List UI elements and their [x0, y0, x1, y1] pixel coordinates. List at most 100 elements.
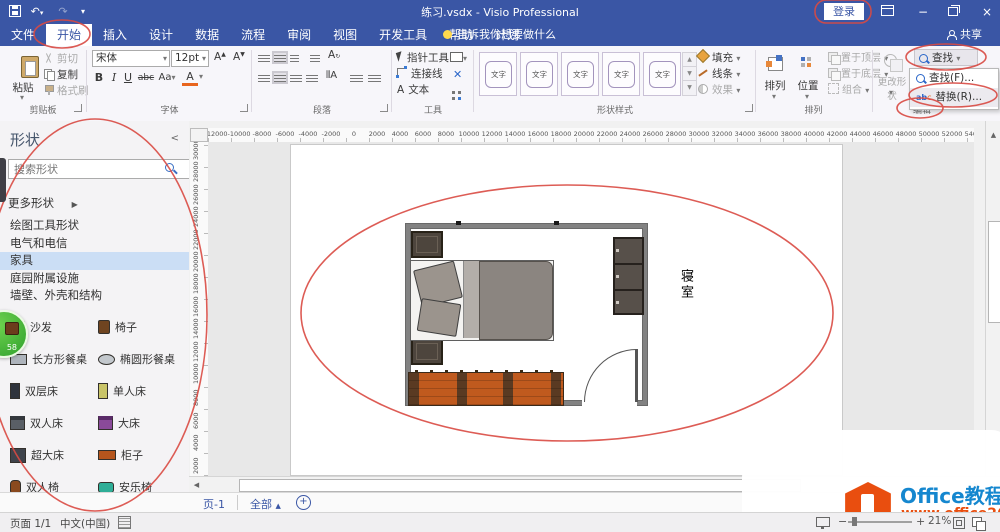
- minimize-icon[interactable]: −: [908, 0, 938, 24]
- paragraph-dialog-launcher[interactable]: [380, 104, 388, 112]
- category-item-0[interactable]: 绘图工具形状: [0, 217, 189, 235]
- door-leaf[interactable]: [635, 349, 638, 402]
- vertical-align-icon[interactable]: ⫴A: [326, 70, 337, 81]
- stencil-item-8[interactable]: 超大床: [10, 439, 98, 471]
- menu-item-find[interactable]: 查找(F)...: [910, 69, 998, 88]
- stencil-item-4[interactable]: 双层床: [10, 375, 98, 407]
- category-item-3[interactable]: 庭园附属设施: [0, 270, 189, 288]
- italic-button[interactable]: I: [107, 70, 121, 86]
- text-tool-button[interactable]: A文本: [397, 83, 429, 98]
- bullets-icon[interactable]: [258, 53, 270, 62]
- font-size-combo[interactable]: 12pt▾: [171, 50, 209, 67]
- drawing-page-area[interactable]: 寝室: [208, 142, 974, 476]
- vertical-scroll-thumb[interactable]: [988, 221, 1000, 323]
- connection-point-icon[interactable]: [452, 85, 462, 100]
- strikethrough-button[interactable]: abc: [136, 70, 156, 86]
- bed-shape[interactable]: [410, 260, 554, 341]
- numbering-icon[interactable]: [274, 53, 286, 62]
- horizontal-scroll-thumb[interactable]: [239, 479, 801, 492]
- text-direction-icon[interactable]: A↻: [328, 49, 340, 61]
- shape-delete-icon[interactable]: ✕: [453, 67, 462, 82]
- stencil-item-3[interactable]: 椭圆形餐桌: [98, 343, 186, 375]
- copy-button[interactable]: 复制: [44, 68, 78, 83]
- font-family-combo[interactable]: 宋体▾: [92, 50, 170, 67]
- more-shapes-item[interactable]: 更多形状 ▶: [8, 195, 78, 211]
- dresser-shape[interactable]: [408, 372, 564, 406]
- tab-4[interactable]: 数据: [184, 24, 230, 46]
- switch-windows-icon[interactable]: [972, 517, 982, 527]
- position-button[interactable]: 位置 ▾: [793, 50, 823, 106]
- align-center-icon[interactable]: [274, 73, 286, 82]
- zoom-in-icon[interactable]: +: [916, 515, 925, 528]
- tab-8[interactable]: 开发工具: [368, 24, 438, 46]
- share-button[interactable]: 共享: [947, 24, 982, 46]
- stencil-item-9[interactable]: 柜子: [98, 439, 186, 471]
- line-spacing-icon[interactable]: [350, 73, 363, 82]
- restore-icon[interactable]: [938, 0, 968, 24]
- room-label[interactable]: 寝室: [676, 269, 695, 301]
- tab-0[interactable]: 文件: [0, 24, 46, 46]
- align-left-icon[interactable]: [258, 73, 270, 82]
- fit-page-icon[interactable]: [953, 517, 965, 529]
- justify-icon[interactable]: [306, 73, 318, 82]
- tab-1[interactable]: 开始: [46, 24, 92, 46]
- panel-collapse-icon[interactable]: <: [171, 133, 179, 144]
- find-button[interactable]: 查找 ▾: [914, 49, 978, 66]
- category-item-2[interactable]: 家具: [0, 252, 189, 270]
- zoom-slider-track[interactable]: [848, 521, 912, 523]
- paste-button[interactable]: 粘贴 ▾: [6, 50, 40, 106]
- tab-5[interactable]: 流程: [230, 24, 276, 46]
- shape-style-1[interactable]: 文字: [520, 52, 558, 96]
- gallery-more-icon[interactable]: ▼: [682, 80, 697, 96]
- bold-button[interactable]: B: [92, 70, 106, 86]
- arrange-button[interactable]: 排列 ▾: [760, 50, 790, 106]
- stencil-item-6[interactable]: 双人床: [10, 407, 98, 439]
- wardrobe-shape[interactable]: [613, 237, 644, 315]
- font-dialog-launcher[interactable]: [240, 104, 248, 112]
- vertical-scrollbar[interactable]: ▲: [985, 121, 1000, 476]
- shape-styles-dialog-launcher[interactable]: [745, 104, 753, 112]
- connector-tool-button[interactable]: 连接线: [397, 67, 443, 82]
- ime-status-icon[interactable]: [118, 516, 131, 529]
- category-item-1[interactable]: 电气和电信: [0, 235, 189, 253]
- stencil-item-1[interactable]: 椅子: [98, 311, 186, 343]
- tell-me-box[interactable]: 告诉我你想要做什么: [443, 24, 556, 46]
- pointer-tool-button[interactable]: 指针工具: [397, 51, 449, 66]
- all-pages-button[interactable]: 全部 ▲: [250, 496, 281, 512]
- zoom-out-icon[interactable]: −: [838, 515, 847, 528]
- font-color-button[interactable]: A: [182, 70, 198, 86]
- align-right-icon[interactable]: [290, 73, 302, 82]
- underline-button[interactable]: U: [121, 70, 135, 86]
- shape-style-3[interactable]: 文字: [602, 52, 640, 96]
- shape-style-2[interactable]: 文字: [561, 52, 599, 96]
- page-info[interactable]: 页面 1/1: [10, 516, 51, 531]
- close-icon[interactable]: ×: [972, 0, 1000, 24]
- shape-style-4[interactable]: 文字: [643, 52, 681, 96]
- line-button[interactable]: 线条 ▾: [698, 67, 740, 82]
- search-icon[interactable]: [163, 161, 179, 177]
- sign-in-button[interactable]: 登录: [824, 3, 864, 20]
- add-page-icon[interactable]: +: [296, 495, 311, 510]
- scroll-left-icon[interactable]: ◀: [189, 477, 204, 493]
- tab-6[interactable]: 审阅: [276, 24, 322, 46]
- fill-button[interactable]: 填充 ▾: [698, 51, 740, 66]
- rectangle-tool-button[interactable]: ▾: [450, 51, 467, 66]
- grow-font-icon[interactable]: A▲: [214, 51, 226, 63]
- page-tab[interactable]: 页-1: [203, 496, 225, 512]
- ribbon-display-options-icon[interactable]: [872, 0, 902, 24]
- indent-decrease-icon[interactable]: [310, 53, 320, 62]
- presentation-mode-icon[interactable]: [816, 517, 830, 527]
- tab-3[interactable]: 设计: [138, 24, 184, 46]
- font-color-dropdown[interactable]: ▾: [199, 72, 203, 81]
- nightstand-shape[interactable]: [411, 338, 443, 365]
- list-icon[interactable]: [290, 53, 299, 62]
- change-case-button[interactable]: Aa▾: [158, 70, 176, 86]
- menu-item-replace[interactable]: abc替换(R)...: [910, 88, 998, 107]
- shrink-font-icon[interactable]: A▼: [233, 51, 245, 63]
- nightstand-shape[interactable]: [411, 231, 443, 258]
- side-flyout-tab[interactable]: [0, 158, 6, 202]
- shape-style-0[interactable]: 文字: [479, 52, 517, 96]
- zoom-level[interactable]: 21%: [928, 515, 951, 527]
- stencil-item-7[interactable]: 大床: [98, 407, 186, 439]
- paragraph-spacing-icon[interactable]: [368, 73, 381, 82]
